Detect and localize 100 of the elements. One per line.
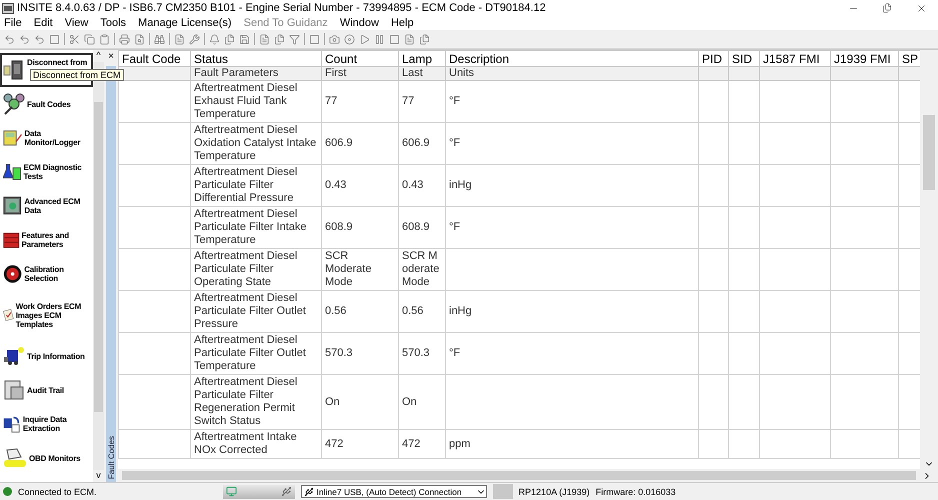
table-cell: Aftertreatment Diesel Particulate Filter Differential Pressure <box>190 164 322 206</box>
sidebar-item[interactable]: Calibration Selection <box>0 257 93 291</box>
menu-item[interactable]: Help <box>390 17 414 29</box>
sidebar-label: Inquire Data Extraction <box>22 415 68 433</box>
sidebar-item[interactable]: Features and Parameters <box>0 223 93 257</box>
adapter-dropdown[interactable]: Inline7 USB, (Auto Detect) Connection <box>300 485 487 498</box>
sidebar-label: Calibration Selection <box>24 265 65 283</box>
toolbar-icon[interactable] <box>69 34 80 44</box>
table-cell: 606.9 <box>398 122 446 164</box>
column-header[interactable]: Status <box>190 50 322 66</box>
sidebar-label: Audit Trail <box>27 386 64 394</box>
subcolumn-header: Units <box>446 66 698 80</box>
toolbar-icon[interactable] <box>344 34 355 44</box>
menu-item[interactable]: Manage License(s) <box>138 17 232 29</box>
truck-icon <box>3 346 25 366</box>
horizontal-scrollbar[interactable] <box>118 469 938 482</box>
table-cell: Aftertreatment Diesel Oxidation Catalyst Intake Temperature <box>190 122 322 164</box>
scrollbar-thumb[interactable] <box>94 102 103 412</box>
menu-item[interactable]: File <box>4 17 22 29</box>
sidebar-item[interactable]: Audit Trail <box>0 373 93 407</box>
column-header[interactable]: J1939 FMI <box>830 50 898 66</box>
sidebar-label: Advanced ECM Data <box>24 197 82 215</box>
document-icon <box>3 379 25 401</box>
toolbar-icon[interactable] <box>99 34 110 44</box>
toolbar-icon[interactable] <box>329 34 340 44</box>
toolbar-icon[interactable] <box>154 34 165 44</box>
toolbar-icon[interactable] <box>419 34 430 44</box>
vertical-scrollbar[interactable] <box>920 50 938 469</box>
monitor-icon <box>226 486 237 497</box>
table-cell: 472 <box>398 430 446 458</box>
table-cell: 0.43 <box>398 164 446 206</box>
toolbar-icon[interactable] <box>404 34 415 44</box>
sidebar-label: OBD Monitors <box>29 454 80 462</box>
sidebar-item[interactable]: Advanced ECM Data <box>0 189 93 223</box>
column-header[interactable]: PID <box>698 50 728 66</box>
sidebar-item[interactable]: Data Monitor/Logger <box>0 121 93 155</box>
table-cell: Aftertreatment Diesel Particulate Filter Outlet Pressure <box>190 290 322 332</box>
sidebar-item[interactable]: Trip Information <box>0 339 93 373</box>
table-cell: Aftertreatment Intake NOx Corrected <box>190 430 322 458</box>
toolbar-icon[interactable] <box>359 34 370 44</box>
table-cell: Aftertreatment Diesel Exhaust Fluid Tank Temperature <box>190 80 322 122</box>
table-cell: 608.9 <box>398 206 446 248</box>
toolbar-icon[interactable] <box>4 34 15 44</box>
toolbar-icon[interactable] <box>134 34 145 44</box>
toolbar-icon[interactable] <box>174 34 185 44</box>
disc-icon <box>3 263 22 285</box>
status-dot <box>3 487 12 496</box>
scrollbar-thumb[interactable] <box>923 115 935 190</box>
table-cell: 0.43 <box>322 164 398 206</box>
toolbar-icon[interactable] <box>259 34 270 44</box>
table-cell: 0.56 <box>322 290 398 332</box>
toolbar-icon[interactable] <box>224 34 235 44</box>
table-cell: Aftertreatment Diesel Particulate Filter Operating State <box>190 248 322 290</box>
sidebar-label: Work Orders ECM Images ECM Templates <box>16 302 82 328</box>
scroll-up-button[interactable]: ^ <box>93 50 104 62</box>
scroll-down-button[interactable]: v <box>93 470 104 482</box>
close-pane-button[interactable]: × <box>108 50 114 64</box>
toolbar-icon[interactable] <box>289 34 300 44</box>
column-header[interactable]: SP <box>898 50 920 66</box>
toolbar-icon[interactable] <box>19 34 30 44</box>
menu-item[interactable]: View <box>64 17 88 29</box>
sidebar-label: Disconnect from <box>27 58 88 67</box>
toolbar-icon[interactable] <box>239 34 250 44</box>
toolbar-icon[interactable] <box>274 34 285 44</box>
gears-icon <box>3 93 25 115</box>
sidebar-item[interactable]: OBD Monitors <box>0 441 93 475</box>
table-cell: 570.3 <box>322 332 398 374</box>
column-header[interactable]: J1587 FMI <box>760 50 830 66</box>
column-header[interactable]: SID <box>728 50 760 66</box>
badge-icon <box>3 448 27 468</box>
toolbar-icon[interactable] <box>209 34 220 44</box>
menu-item[interactable]: Edit <box>34 17 53 29</box>
sidebar-label: Fault Codes <box>27 100 71 108</box>
window-title: INSITE 8.4.0.63 / DP - ISB6.7 CM2350 B101 - Engine Serial Number - 73994895 - ECM Code - DT90184.12 <box>17 2 547 14</box>
column-header[interactable]: Lamp <box>398 50 446 66</box>
table-cell: SCR Moderate Mode <box>322 248 398 290</box>
menu-item[interactable]: Tools <box>100 17 126 29</box>
toolbar-icon[interactable] <box>84 34 95 44</box>
column-header[interactable]: Description <box>446 50 698 66</box>
subcolumn-header: Last <box>398 66 446 80</box>
sidebar-item[interactable]: ECM Diagnostic Tests <box>0 155 93 189</box>
column-header[interactable]: Fault Code <box>118 50 190 66</box>
column-header[interactable]: Count <box>322 50 398 66</box>
toolbar-icon[interactable] <box>389 34 400 44</box>
toolbar-icon[interactable] <box>309 34 320 44</box>
table-cell: inHg <box>446 164 698 206</box>
toolbar-icon[interactable] <box>119 34 130 44</box>
sidebar-item[interactable]: Work Orders ECM Images ECM Templates <box>0 291 93 339</box>
toolbar-icon[interactable] <box>374 34 385 44</box>
close-icon <box>916 2 926 14</box>
protocol-text: RP1210A (J1939) <box>518 486 590 496</box>
toolbar-icon[interactable] <box>49 34 60 44</box>
scrollbar-thumb[interactable] <box>122 471 916 480</box>
menu-item[interactable]: Window <box>340 17 379 29</box>
sidebar-item[interactable]: Fault Codes <box>0 87 93 121</box>
toolbar-icon[interactable] <box>34 34 45 44</box>
sidebar-item[interactable]: Inquire Data Extraction <box>0 407 93 441</box>
toolbar-icon[interactable] <box>189 34 200 44</box>
table-cell: Aftertreatment Diesel Particulate Filter Regeneration Permit Switch Status <box>190 374 322 430</box>
table-cell: °F <box>446 80 698 122</box>
